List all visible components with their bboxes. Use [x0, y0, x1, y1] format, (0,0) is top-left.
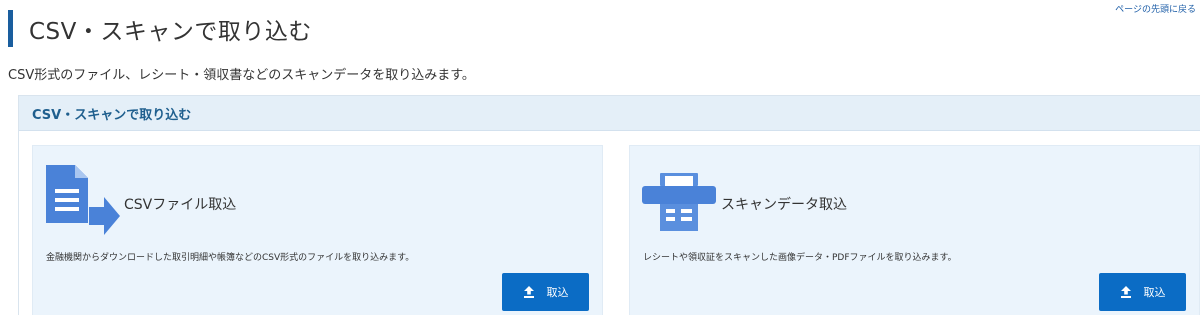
scanner-icon — [642, 173, 716, 235]
scan-card-title: スキャンデータ取込 — [721, 197, 847, 213]
csv-import-button-label: 取込 — [546, 286, 569, 299]
page-description: CSV形式のファイル、レシート・領収書などのスキャンデータを取り込みます。 — [8, 68, 475, 83]
import-panel: CSV・スキャンで取り込む CSVファイル取込 金融機関からダウンロードした取引… — [18, 95, 1200, 315]
scan-import-button-label: 取込 — [1143, 286, 1166, 299]
upload-icon — [1120, 286, 1132, 298]
scan-import-button[interactable]: 取込 — [1099, 273, 1186, 311]
back-to-top-link[interactable]: ページの先頭に戻る — [1115, 2, 1196, 15]
scan-import-card: スキャンデータ取込 レシートや領収証をスキャンした画像データ・PDFファイルを取… — [629, 145, 1200, 315]
panel-title: CSV・スキャンで取り込む — [32, 107, 192, 123]
page: ページの先頭に戻る CSV・スキャンで取り込む CSV形式のファイル、レシート・… — [0, 0, 1200, 315]
csv-card-title: CSVファイル取込 — [124, 197, 237, 213]
panel-header: CSV・スキャンで取り込む — [19, 96, 1200, 131]
csv-file-import-icon — [44, 165, 122, 243]
page-header: CSV・スキャンで取り込む — [8, 10, 312, 47]
csv-card-description: 金融機関からダウンロードした取引明細や帳簿などのCSV形式のファイルを取り込みま… — [46, 253, 415, 263]
csv-import-card: CSVファイル取込 金融機関からダウンロードした取引明細や帳簿などのCSV形式の… — [32, 145, 603, 315]
page-title: CSV・スキャンで取り込む — [29, 18, 312, 45]
upload-icon — [523, 286, 535, 298]
csv-import-button[interactable]: 取込 — [502, 273, 589, 311]
scan-card-description: レシートや領収証をスキャンした画像データ・PDFファイルを取り込みます。 — [643, 253, 957, 263]
